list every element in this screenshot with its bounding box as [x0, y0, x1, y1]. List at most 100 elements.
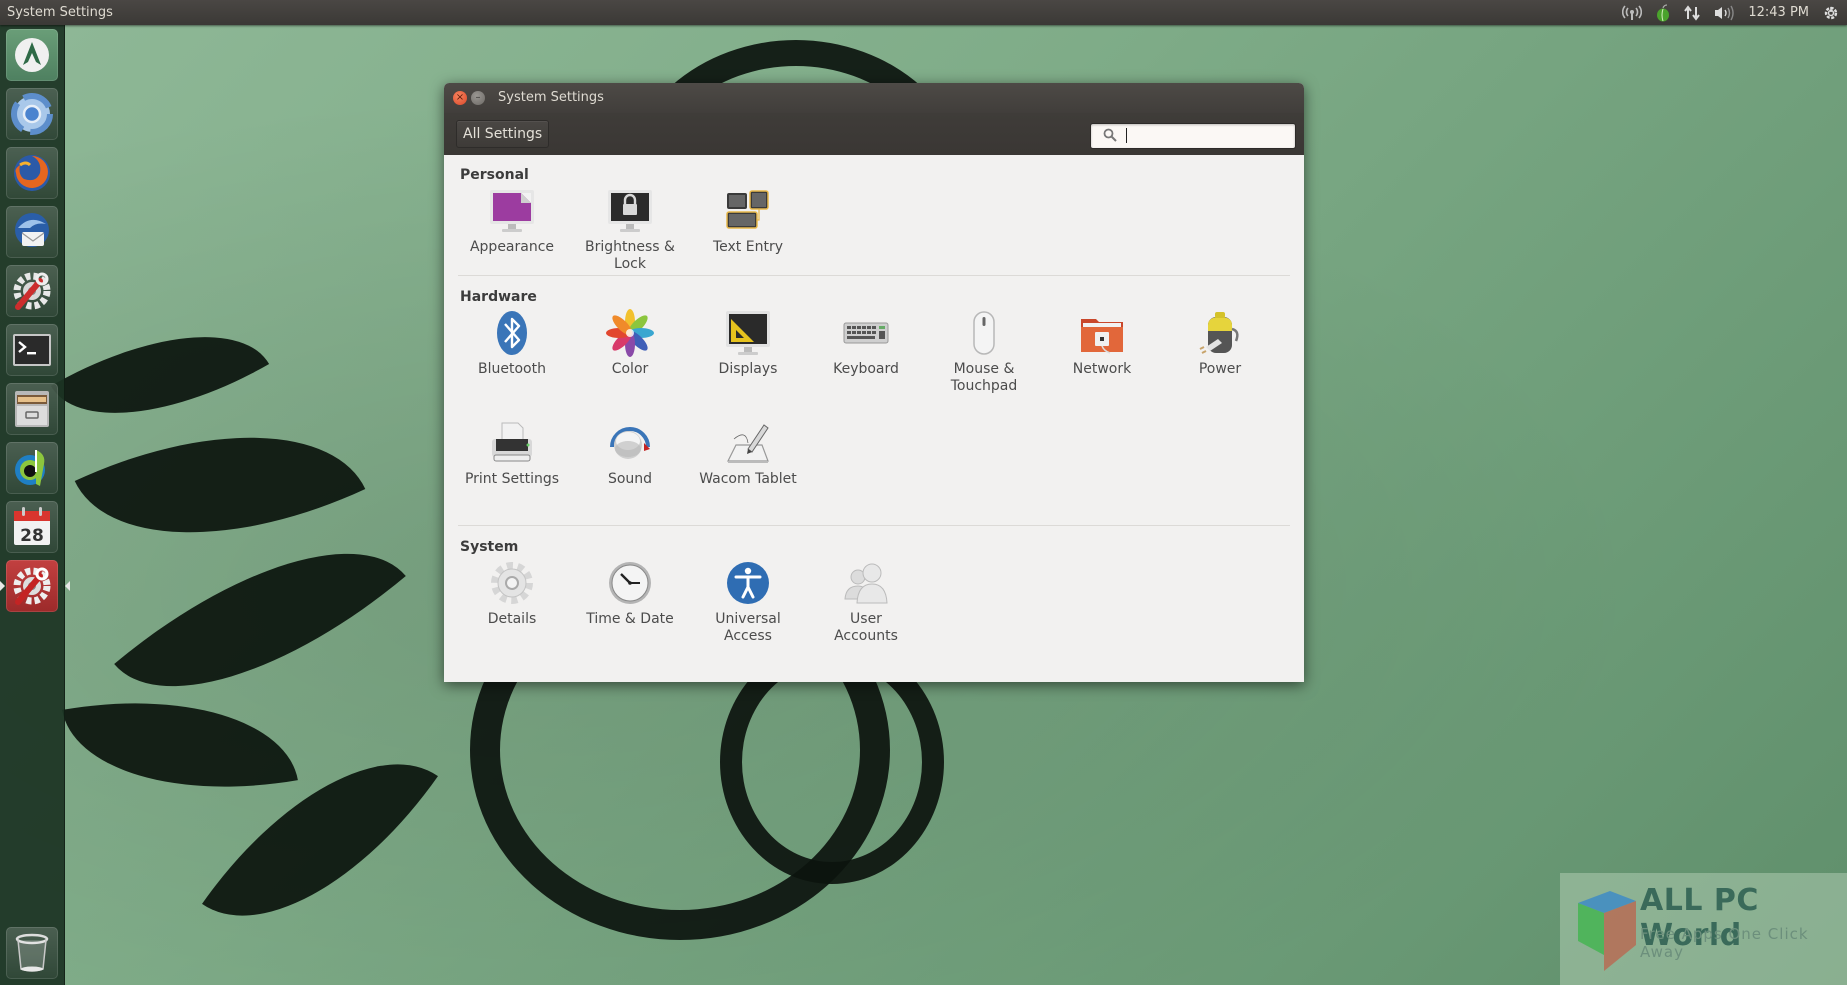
- up-down-arrows-icon[interactable]: [1684, 4, 1701, 21]
- settings-item-sound[interactable]: Sound: [571, 419, 689, 488]
- settings-item-power[interactable]: Power: [1161, 309, 1279, 378]
- watermark-subtitle: Free Apps One Click Away: [1640, 925, 1809, 961]
- text-cursor: [1126, 128, 1127, 143]
- firefox-icon: [14, 155, 50, 191]
- settings-item-label: Color: [611, 361, 649, 377]
- settings-item-label: Appearance: [469, 239, 555, 255]
- settings-item-text-entry[interactable]: Text Entry: [689, 187, 807, 256]
- launcher-item-thunderbird[interactable]: [6, 206, 58, 258]
- search-icon: [1103, 128, 1117, 142]
- settings-item-label: Wacom Tablet: [699, 471, 797, 487]
- brightness-lock-icon: [608, 190, 652, 232]
- settings-item-color[interactable]: Color: [571, 309, 689, 378]
- settings-content: Personal Appearance Brightness & Lock Tex…: [444, 155, 1304, 682]
- search-input[interactable]: [1125, 126, 1289, 146]
- settings-item-print-settings[interactable]: Print Settings: [453, 419, 571, 488]
- settings-item-appearance[interactable]: Appearance: [453, 187, 571, 256]
- focused-indicator: [65, 581, 70, 591]
- volume-icon[interactable]: [1714, 5, 1735, 21]
- clock-icon: [609, 562, 651, 604]
- printer-icon: [492, 422, 532, 462]
- onion-icon[interactable]: [1656, 3, 1670, 22]
- section-title-hardware: Hardware: [460, 289, 537, 305]
- window-toolbar: All Settings: [444, 113, 1304, 155]
- top-panel: System Settings 12:43 PM: [0, 0, 1847, 25]
- launcher-item-trash[interactable]: [6, 927, 58, 979]
- settings-item-label: Brightness & Lock: [585, 239, 675, 272]
- power-gear-icon[interactable]: [1823, 5, 1839, 21]
- settings-wrench-icon: [13, 567, 51, 605]
- window-title: System Settings: [498, 90, 604, 105]
- settings-item-label: Print Settings: [464, 471, 560, 487]
- settings-item-label: Mouse & Touchpad: [950, 361, 1018, 394]
- arch-logo-icon: [15, 38, 49, 72]
- minimize-icon: –: [475, 92, 481, 103]
- settings-item-displays[interactable]: Displays: [689, 309, 807, 378]
- launcher-item-music-player[interactable]: [6, 442, 58, 494]
- close-button[interactable]: ×: [453, 91, 467, 105]
- sound-icon: [610, 427, 650, 459]
- chromium-icon: [11, 93, 53, 135]
- settings-item-brightness-lock[interactable]: Brightness & Lock: [571, 187, 689, 273]
- settings-item-label: Details: [487, 611, 537, 627]
- section-title-personal: Personal: [460, 167, 529, 183]
- trash-icon: [15, 933, 49, 972]
- launcher-item-firefox[interactable]: [6, 147, 58, 199]
- watermark: ALL PC World Free Apps One Click Away: [1560, 873, 1847, 985]
- active-app-title: System Settings: [7, 5, 113, 20]
- color-icon: [606, 309, 654, 357]
- settings-item-label: Displays: [718, 361, 778, 377]
- user-accounts-icon: [844, 563, 888, 604]
- system-settings-window: × – System Settings All Settings Persona…: [444, 83, 1304, 682]
- search-field[interactable]: [1090, 123, 1296, 149]
- window-titlebar[interactable]: × – System Settings: [444, 83, 1304, 113]
- calendar-day: 28: [20, 526, 44, 546]
- launcher-item-system-settings[interactable]: [0, 560, 70, 612]
- settings-item-label: User Accounts: [834, 611, 898, 644]
- wacom-tablet-icon: [727, 424, 769, 463]
- text-entry-icon: [726, 190, 769, 229]
- clock[interactable]: 12:43 PM: [1748, 5, 1809, 20]
- thunderbird-icon: [15, 213, 49, 247]
- keyboard-icon: [843, 322, 889, 344]
- launcher-item-calendar[interactable]: 28: [6, 501, 58, 553]
- power-battery-icon: [1199, 312, 1239, 354]
- settings-item-keyboard[interactable]: Keyboard: [807, 309, 925, 378]
- settings-item-mouse-touchpad[interactable]: Mouse & Touchpad: [925, 309, 1043, 395]
- mouse-icon: [973, 311, 995, 355]
- bluetooth-icon: [497, 311, 527, 355]
- settings-item-details[interactable]: Details: [453, 559, 571, 628]
- calendar-icon: 28: [14, 507, 50, 546]
- appearance-icon: [490, 190, 534, 232]
- displays-icon: [726, 311, 770, 355]
- minimize-button[interactable]: –: [471, 91, 485, 105]
- wifi-icon[interactable]: [1622, 4, 1643, 21]
- settings-item-wacom-tablet[interactable]: Wacom Tablet: [689, 419, 807, 488]
- settings-item-label: Keyboard: [833, 361, 899, 377]
- section-divider: [458, 525, 1290, 526]
- settings-item-bluetooth[interactable]: Bluetooth: [453, 309, 571, 378]
- section-title-system: System: [460, 539, 519, 555]
- section-divider: [458, 275, 1290, 276]
- settings-item-universal-access[interactable]: Universal Access: [689, 559, 807, 645]
- settings-item-label: Sound: [607, 471, 653, 487]
- settings-item-label: Network: [1072, 361, 1132, 377]
- launcher-item-system-tools[interactable]: [6, 265, 58, 317]
- settings-item-label: Text Entry: [712, 239, 783, 255]
- launcher-item-arch[interactable]: [6, 29, 58, 81]
- settings-wrench-icon: [13, 272, 51, 310]
- active-indicator: [0, 581, 5, 591]
- settings-item-time-date[interactable]: Time & Date: [571, 559, 689, 628]
- launcher-item-terminal[interactable]: [6, 324, 58, 376]
- music-player-icon: [15, 450, 45, 486]
- cube-logo-icon: [1578, 891, 1636, 971]
- launcher-item-chromium[interactable]: [6, 88, 58, 140]
- file-cabinet-icon: [15, 391, 49, 427]
- all-settings-button[interactable]: All Settings: [456, 120, 550, 148]
- settings-item-network[interactable]: Network: [1043, 309, 1161, 378]
- settings-item-user-accounts[interactable]: User Accounts: [807, 559, 925, 645]
- launcher-item-file-manager[interactable]: [6, 383, 58, 435]
- details-gear-icon: [491, 562, 533, 604]
- settings-item-label: Universal Access: [715, 611, 781, 644]
- network-icon: [1081, 319, 1123, 354]
